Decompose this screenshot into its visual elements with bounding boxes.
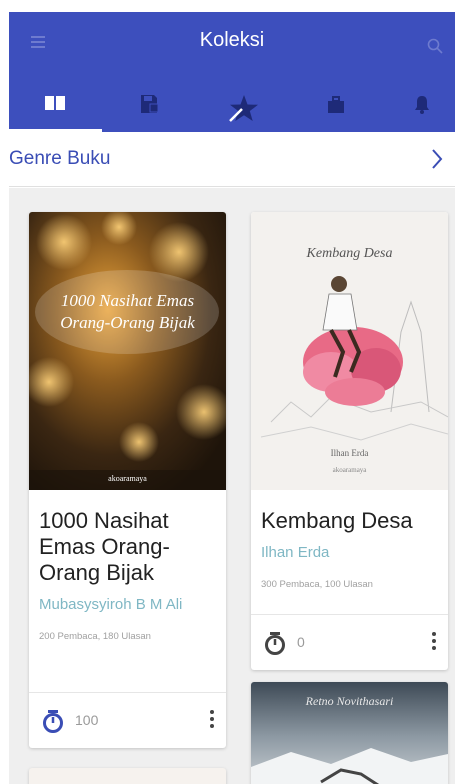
card-footer: 0	[251, 614, 448, 670]
book-card[interactable]: Retno Novithasari	[251, 682, 448, 784]
tab-collection[interactable]	[10, 88, 100, 132]
book-title-line: 1000 Nasihat	[39, 508, 169, 533]
book-card[interactable]: Kembang Desa Ilhan Erda akoaramaya Kemba…	[251, 212, 448, 670]
tab-favorites[interactable]	[199, 88, 289, 132]
tab-saved[interactable]	[104, 88, 194, 132]
app-screen: Koleksi Genre Buku 1000 Nasihat Emas Ora…	[0, 0, 455, 784]
tab-notifications[interactable]	[377, 88, 455, 132]
book-title[interactable]: 1000 Nasihat Emas Orang- Orang Bijak	[39, 508, 216, 586]
card-body: 1000 Nasihat Emas Orang- Orang Bijak Mub…	[29, 508, 226, 642]
book-title-line: Kembang Desa	[261, 508, 413, 533]
timer-icon[interactable]	[42, 709, 64, 733]
book-stats: 200 Pembaca, 180 Ulasan	[39, 631, 151, 642]
tab-bar	[9, 88, 455, 132]
cover-title-line: 1000 Nasihat Emas	[60, 291, 195, 310]
book-open-icon	[45, 96, 65, 110]
book-author[interactable]: Mubasysyiroh B M Ali	[39, 596, 216, 613]
briefcase-icon	[328, 96, 344, 113]
genre-bar[interactable]: Genre Buku	[9, 132, 455, 187]
search-icon[interactable]	[427, 38, 443, 54]
book-card[interactable]: 1000 Nasihat Emas Orang-Orang Bijak akoa…	[29, 212, 226, 748]
genre-title: Genre Buku	[9, 148, 111, 169]
cover-title: 1000 Nasihat Emas Orang-Orang Bijak	[29, 290, 226, 334]
title-row: Koleksi	[9, 12, 455, 72]
star-icon	[229, 95, 258, 122]
page-title: Koleksi	[199, 29, 265, 51]
app-bar: Koleksi	[9, 12, 455, 132]
book-title-line: Emas Orang-	[39, 534, 170, 559]
book-cover[interactable]	[29, 212, 226, 490]
tab-library[interactable]	[291, 88, 381, 132]
bell-icon	[415, 96, 429, 114]
more-vertical-icon[interactable]	[210, 710, 214, 728]
card-body: Kembang Desa Ilhan Erda 300 Pembaca, 100…	[251, 508, 448, 590]
cover-publisher: akoaramaya	[332, 466, 367, 474]
cover-author: Ilhan Erda	[330, 448, 369, 458]
book-card[interactable]	[29, 768, 226, 784]
timer-value: 100	[75, 712, 99, 728]
book-author[interactable]: Ilhan Erda	[261, 544, 438, 561]
card-footer: 100	[29, 692, 226, 748]
cover-publisher: akoaramaya	[108, 474, 147, 483]
chevron-right-icon[interactable]	[431, 148, 443, 170]
book-grid: 1000 Nasihat Emas Orang-Orang Bijak akoa…	[9, 188, 455, 784]
more-vertical-icon[interactable]	[432, 632, 436, 650]
save-icon	[141, 95, 159, 113]
cover-author: Retno Novithasari	[305, 694, 394, 708]
book-title[interactable]: Kembang Desa	[261, 508, 438, 534]
timer-value: 0	[297, 634, 305, 650]
book-title-line: Orang Bijak	[39, 560, 154, 585]
cover-title: Kembang Desa	[306, 246, 393, 261]
book-stats: 300 Pembaca, 100 Ulasan	[261, 579, 373, 590]
cover-title-line: Orang-Orang Bijak	[60, 313, 195, 332]
timer-icon[interactable]	[264, 631, 286, 655]
